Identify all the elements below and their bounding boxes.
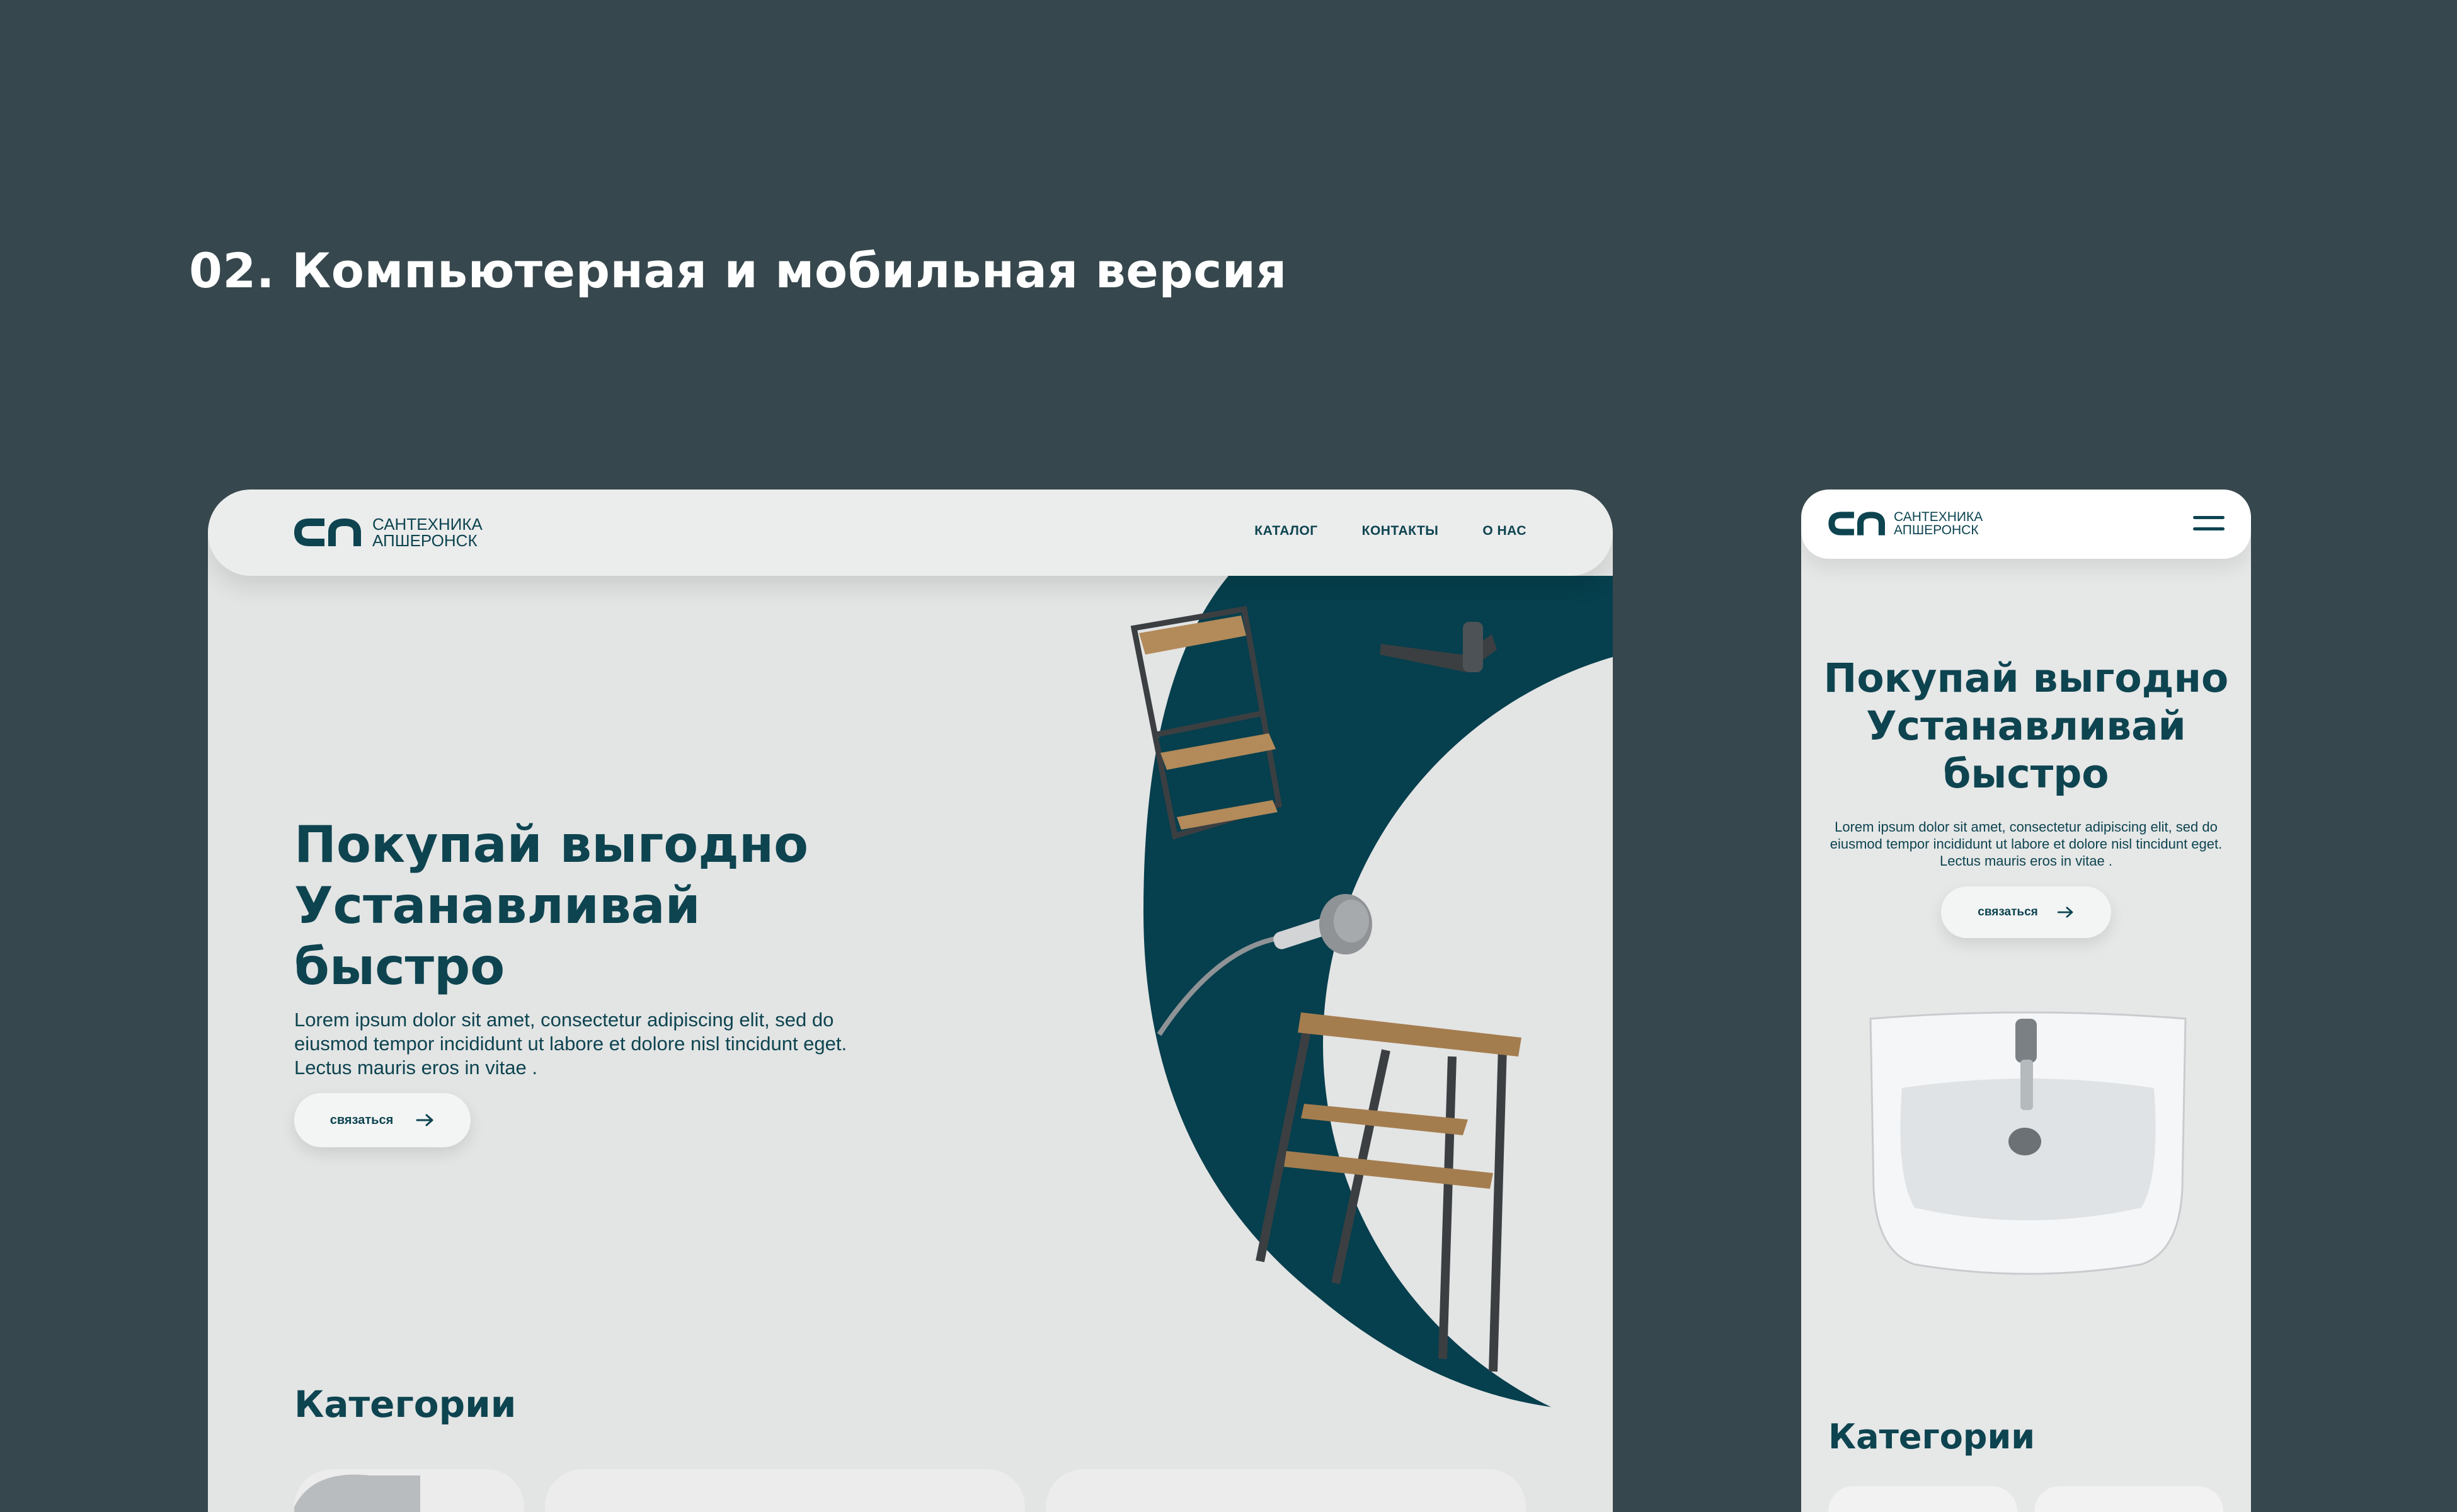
- hero-title-line: Покупай выгодно: [294, 815, 809, 874]
- category-card[interactable]: [1828, 1486, 2017, 1512]
- hero-title-line: Устанавливай: [1866, 703, 2186, 749]
- category-card[interactable]: [2034, 1486, 2223, 1512]
- nav-item-catalog[interactable]: КАТАЛОГ: [1254, 524, 1317, 539]
- brand-line-2: АПШЕРОНСК: [372, 531, 478, 550]
- sink-image: [1869, 1011, 2187, 1275]
- categories-title: Категории: [1828, 1417, 2036, 1457]
- nav-item-about[interactable]: О НАС: [1482, 524, 1526, 539]
- hero-title-line: Устанавливай: [294, 876, 701, 935]
- desktop-navbar: САНТЕХНИКА АПШЕРОНСК КАТАЛОГ КОНТАКТЫ О …: [208, 490, 1613, 576]
- hero-illustration: [1130, 576, 1613, 1431]
- contact-button-label: связаться: [329, 1113, 394, 1127]
- mobile-navbar: САНТЕХНИКА АПШЕРОНСК: [1801, 490, 2251, 559]
- desktop-menu: КАТАЛОГ КОНТАКТЫ О НАС: [1254, 524, 1526, 539]
- logo-mark-icon: [1828, 512, 1885, 536]
- arrow-right-icon: [2057, 907, 2073, 918]
- contact-button-label: связаться: [1978, 905, 2038, 919]
- brand-line-2: АПШЕРОНСК: [1894, 523, 1979, 537]
- category-card[interactable]: [294, 1469, 524, 1512]
- hamburger-menu-icon[interactable]: [2193, 516, 2225, 532]
- nav-item-contacts[interactable]: КОНТАКТЫ: [1362, 524, 1439, 539]
- hero-title-line: быстро: [294, 937, 505, 996]
- arrow-right-icon: [416, 1114, 433, 1126]
- section-title: 02. Компьютерная и мобильная версия: [189, 243, 1287, 299]
- hero-description: Lorem ipsum dolor sit amet, consectetur …: [294, 1009, 847, 1079]
- brand-logo[interactable]: САНТЕХНИКА АПШЕРОНСК: [1828, 510, 1983, 537]
- categories-title: Категории: [294, 1383, 517, 1426]
- brand-line-1: САНТЕХНИКА: [1894, 510, 1983, 524]
- hero-description: Lorem ipsum dolor sit amet, consectetur …: [1830, 819, 2223, 869]
- hero-title: Покупай выгодно Устанавливай быстро: [294, 814, 861, 997]
- category-card[interactable]: [1046, 1469, 1526, 1512]
- logo-mark-icon: [294, 518, 361, 546]
- mobile-mockup: САНТЕХНИКА АПШЕРОНСК Покупай выгодно Уст…: [1801, 490, 2251, 1512]
- contact-button[interactable]: связаться: [294, 1093, 471, 1147]
- hero-title: Покупай выгодно Устанавливай быстро: [1801, 655, 2251, 798]
- category-card[interactable]: [545, 1469, 1025, 1512]
- pipe-fitting-icon: [294, 1474, 420, 1512]
- brand-logo[interactable]: САНТЕХНИКА АПШЕРОНСК: [294, 516, 483, 549]
- hero-title-line: быстро: [1943, 751, 2109, 797]
- contact-button[interactable]: связаться: [1941, 886, 2111, 938]
- hero-title-line: Покупай выгодно: [1823, 655, 2229, 701]
- brand-line-1: САНТЕХНИКА: [372, 515, 483, 534]
- desktop-mockup: САНТЕХНИКА АПШЕРОНСК КАТАЛОГ КОНТАКТЫ О …: [208, 490, 1613, 1512]
